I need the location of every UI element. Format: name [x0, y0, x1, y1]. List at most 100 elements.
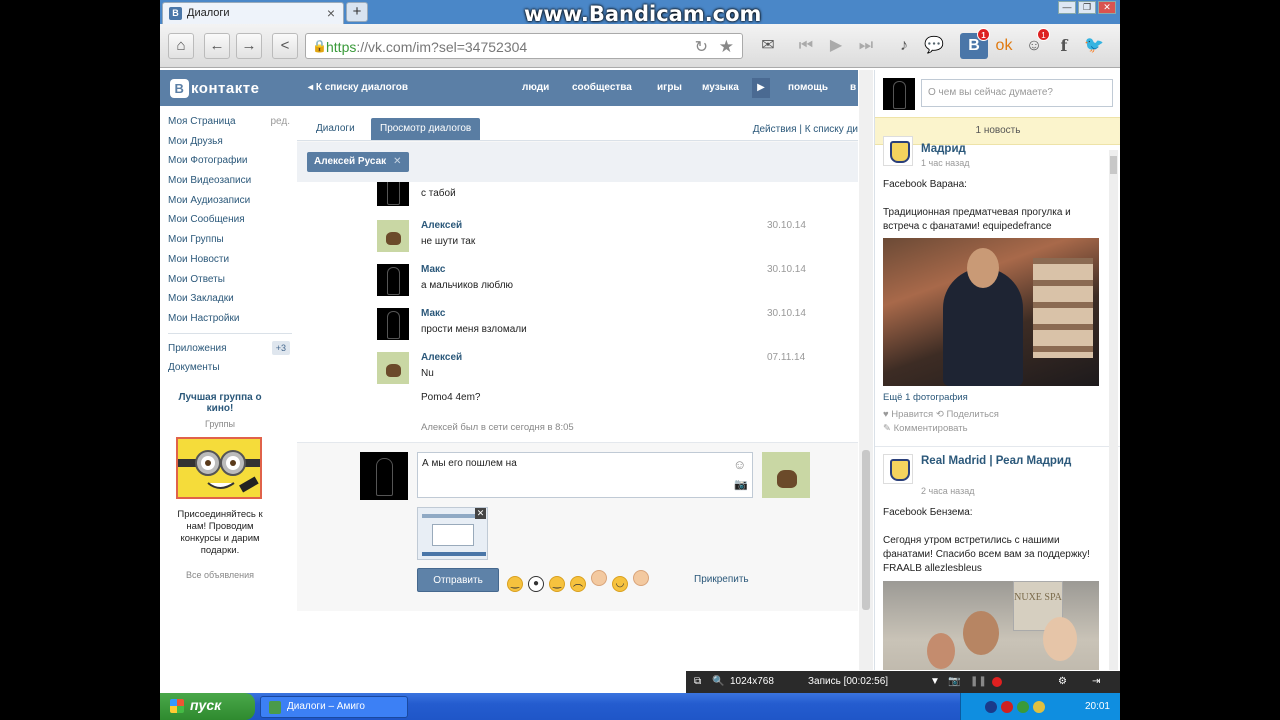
soccer-ball-emoji-icon[interactable]: ● [528, 576, 544, 592]
menu-my-settings[interactable]: Мои Настройки [168, 313, 290, 333]
menu-my-page[interactable]: Моя Страница ред. [168, 116, 290, 136]
forward-arrow-icon[interactable]: → [236, 33, 262, 59]
share-link[interactable]: Поделиться [946, 409, 998, 420]
page-scrollbar[interactable] [859, 70, 873, 670]
message-author[interactable]: Алексей [421, 220, 462, 231]
remove-attachment-icon[interactable]: ✕ [475, 508, 486, 519]
minimize-button[interactable]: — [1058, 1, 1076, 14]
tray-app-icon[interactable] [1017, 701, 1029, 713]
address-bar[interactable]: 🔒 https://vk.com/im?sel=34752304 ↻ ★ [305, 33, 743, 59]
menu-apps[interactable]: Приложения +3 [168, 340, 290, 363]
message-author[interactable]: Макс [421, 264, 445, 275]
bookmark-star-icon[interactable]: ★ [719, 37, 734, 57]
menu-my-videos[interactable]: Мои Видеозаписи [168, 175, 290, 195]
tab-close-icon[interactable]: × [327, 5, 335, 21]
close-window-button[interactable]: ✕ [1098, 1, 1116, 14]
message-input[interactable]: А мы его пошлем на [417, 452, 753, 498]
nav-more[interactable]: в [850, 82, 856, 93]
menu-my-news[interactable]: Мои Новости [168, 254, 290, 274]
menu-my-bookmarks[interactable]: Мои Закладки [168, 293, 290, 313]
recorder-pause-icon[interactable]: ❚❚ [970, 676, 987, 687]
clock[interactable]: 20:01 [1085, 701, 1110, 712]
share-icon[interactable]: ⟲ [936, 409, 944, 420]
post-photo[interactable]: NUXE SPA [883, 581, 1099, 670]
sad-emoji-icon[interactable]: ︵ [570, 576, 586, 592]
send-button[interactable]: Отправить [417, 568, 499, 592]
tray-network-icon[interactable] [985, 701, 997, 713]
wink-emoji-icon[interactable]: ‿ [549, 576, 565, 592]
avatar[interactable] [377, 264, 409, 296]
nav-people[interactable]: люди [522, 82, 549, 93]
menu-my-photos[interactable]: Мои Фотографии [168, 155, 290, 175]
attach-link[interactable]: Прикрепить [694, 574, 749, 585]
edit-link[interactable]: ред. [270, 116, 290, 127]
odnoklassniki-icon[interactable]: ok [990, 33, 1018, 59]
laugh-emoji-icon[interactable]: ◡ [612, 576, 628, 592]
browser-tab[interactable]: В Диалоги × [162, 2, 344, 24]
back-arrow-icon[interactable]: ← [204, 33, 230, 59]
menu-my-messages[interactable]: Мои Сообщения [168, 214, 290, 234]
like-heart-icon[interactable]: ♥ [883, 409, 889, 420]
back-to-list-link[interactable]: К списку ди [805, 124, 858, 135]
avatar[interactable] [377, 220, 409, 252]
nav-music[interactable]: музыка [702, 82, 739, 93]
reload-icon[interactable]: ↻ [695, 37, 708, 57]
post-photo[interactable] [883, 238, 1099, 386]
new-tab-button[interactable]: + [346, 2, 368, 22]
thumbs-down-emoji-icon[interactable] [633, 570, 649, 586]
tab-view-dialogs[interactable]: Просмотр диалогов [371, 118, 481, 140]
recorder-exit-icon[interactable]: ⇥ [1092, 676, 1100, 687]
mail-icon[interactable]: ✉ [754, 33, 782, 59]
post-title[interactable]: Real Madrid | Реал Мадрид [921, 454, 1111, 468]
comment-link[interactable]: Комментировать [894, 423, 968, 434]
peer-avatar[interactable] [762, 452, 810, 498]
fist-emoji-icon[interactable] [591, 570, 607, 586]
my-avatar[interactable] [883, 78, 915, 110]
real-madrid-logo[interactable] [883, 454, 913, 484]
play-icon[interactable]: ▶ [822, 33, 850, 59]
next-track-icon[interactable]: ⏭ [852, 33, 880, 59]
recorder-settings-icon[interactable]: ⚙ [1058, 676, 1067, 687]
nav-more-arrow-icon[interactable]: ▶ [752, 78, 770, 98]
twitter-icon[interactable]: 🐦 [1080, 33, 1108, 59]
like-link[interactable]: Нравится [891, 409, 933, 420]
avatar[interactable] [377, 182, 409, 206]
start-button[interactable]: пуск [160, 693, 255, 720]
maximize-button[interactable]: ❐ [1078, 1, 1096, 14]
more-photos-link[interactable]: Ещё 1 фотография [883, 392, 968, 403]
recorder-search-icon[interactable]: 🔍 [712, 676, 724, 687]
page-scrollbar-thumb[interactable] [862, 450, 870, 610]
ad-title[interactable]: Лучшая группа о кино! [168, 392, 272, 414]
recorder-dropdown-icon[interactable]: ▼ [930, 676, 940, 687]
message-history[interactable]: с табой Алексей не шути так 30.10.14 Мак… [297, 182, 858, 443]
facebook-icon[interactable]: f [1050, 33, 1078, 59]
feed-scrollbar-thumb[interactable] [1110, 156, 1117, 174]
vk-logo[interactable]: Вконтакте [170, 79, 259, 98]
menu-documents[interactable]: Документы [168, 362, 290, 382]
nav-communities[interactable]: сообщества [572, 82, 632, 93]
real-madrid-logo[interactable] [883, 136, 913, 166]
tray-volume-icon[interactable] [1033, 701, 1045, 713]
prev-track-icon[interactable]: ⏮ [792, 33, 820, 59]
message-author[interactable]: Алексей [421, 352, 462, 363]
remove-peer-icon[interactable]: ✕ [393, 156, 401, 167]
peer-tag[interactable]: Алексей Русак ✕ [307, 152, 409, 172]
share-icon[interactable]: < [272, 33, 298, 59]
recorder-record-icon[interactable] [992, 677, 1002, 687]
vk-icon[interactable]: В1 [960, 28, 990, 59]
chat-icon[interactable]: 💬 [920, 33, 948, 59]
menu-my-friends[interactable]: Мои Друзья [168, 136, 290, 156]
taskbar-item-browser[interactable]: Диалоги – Амиго [260, 696, 408, 718]
smile-emoji-icon[interactable]: ‿ [507, 576, 523, 592]
comment-icon[interactable]: ✎ [883, 423, 891, 434]
ad-minion-image[interactable] [176, 437, 262, 499]
smiley-icon[interactable]: ☺ [733, 457, 746, 472]
message-author[interactable]: Макс [421, 308, 445, 319]
music-note-icon[interactable]: ♪ [890, 33, 918, 59]
menu-my-audio[interactable]: Мои Аудиозаписи [168, 195, 290, 215]
my-avatar[interactable] [360, 452, 408, 500]
menu-my-groups[interactable]: Мои Группы [168, 234, 290, 254]
recorder-camera-icon[interactable]: 📷 [948, 676, 960, 687]
avatar[interactable] [377, 352, 409, 384]
nav-help[interactable]: помощь [788, 82, 828, 93]
